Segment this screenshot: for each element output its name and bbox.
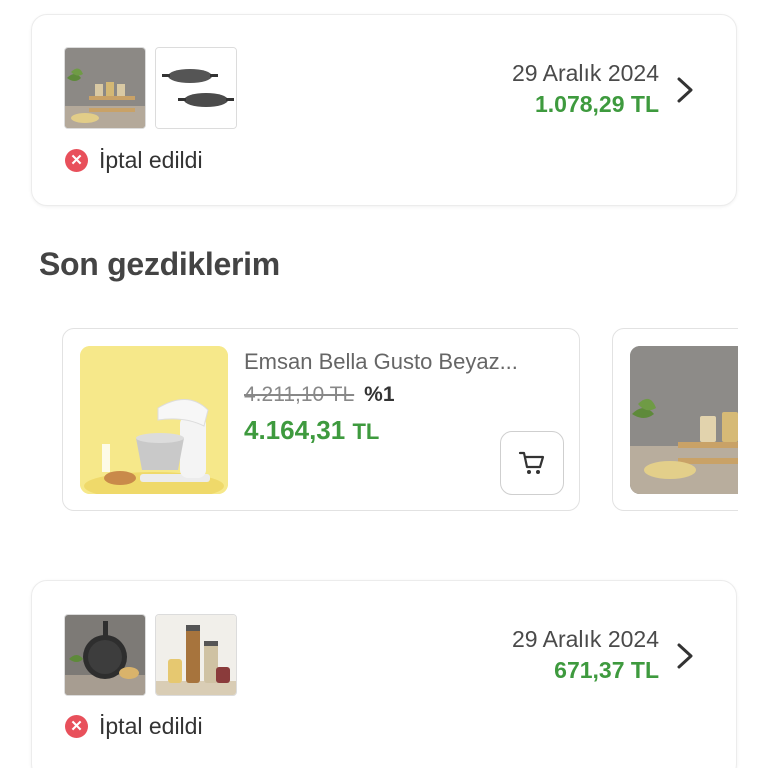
order-thumbnail-crepe-pan: [64, 614, 146, 696]
old-price: 4.211,10 TL: [244, 383, 355, 406]
chevron-right-icon[interactable]: [674, 641, 696, 671]
chevron-right-icon[interactable]: [674, 75, 696, 105]
discount-badge: %1: [364, 383, 395, 406]
product-image[interactable]: [80, 346, 228, 494]
order-thumbnail-pans: [155, 47, 237, 129]
order-summary: 29 Aralık 2024 1.078,29 TL: [512, 58, 659, 120]
order-card[interactable]: ✕ İptal edildi 29 Aralık 2024 671,37 TL: [31, 580, 737, 768]
price-row: 4.211,10 TL %1: [244, 383, 395, 407]
order-date: 29 Aralık 2024: [511, 60, 659, 86]
order-card[interactable]: ✕ İptal edildi 29 Aralık 2024 1.078,29 T…: [31, 14, 737, 206]
order-thumbnails: [64, 614, 237, 696]
product-card[interactable]: [612, 328, 738, 511]
order-status: ✕ İptal edildi: [65, 147, 203, 174]
cart-icon: [518, 451, 545, 474]
order-summary: 29 Aralık 2024 671,37 TL: [512, 624, 659, 686]
new-price-currency: TL: [352, 419, 380, 444]
new-price: 4.164,31 TL: [244, 415, 379, 446]
order-price: 1.078,29 TL: [534, 91, 659, 117]
order-thumbnail-storage-jars: [155, 614, 237, 696]
order-date: 29 Aralık 2024: [511, 626, 659, 652]
order-status-text: İptal edildi: [99, 147, 203, 173]
new-price-amount: 4.164,31: [244, 415, 346, 445]
order-price: 671,37 TL: [554, 657, 659, 683]
product-image[interactable]: [630, 346, 738, 494]
product-title[interactable]: Emsan Bella Gusto Beyaz...: [244, 349, 518, 375]
order-thumbnail-spice-rack: [64, 47, 146, 129]
section-title: Son gezdiklerim: [39, 246, 280, 282]
recently-viewed-carousel[interactable]: Emsan Bella Gusto Beyaz... 4.211,10 TL %…: [0, 328, 738, 512]
order-status: ✕ İptal edildi: [65, 713, 203, 740]
order-thumbnails: [64, 47, 237, 129]
close-icon: ✕: [65, 715, 88, 738]
add-to-cart-button[interactable]: [500, 431, 564, 495]
close-icon: ✕: [65, 149, 88, 172]
product-card[interactable]: Emsan Bella Gusto Beyaz... 4.211,10 TL %…: [62, 328, 580, 511]
order-status-text: İptal edildi: [99, 713, 203, 739]
